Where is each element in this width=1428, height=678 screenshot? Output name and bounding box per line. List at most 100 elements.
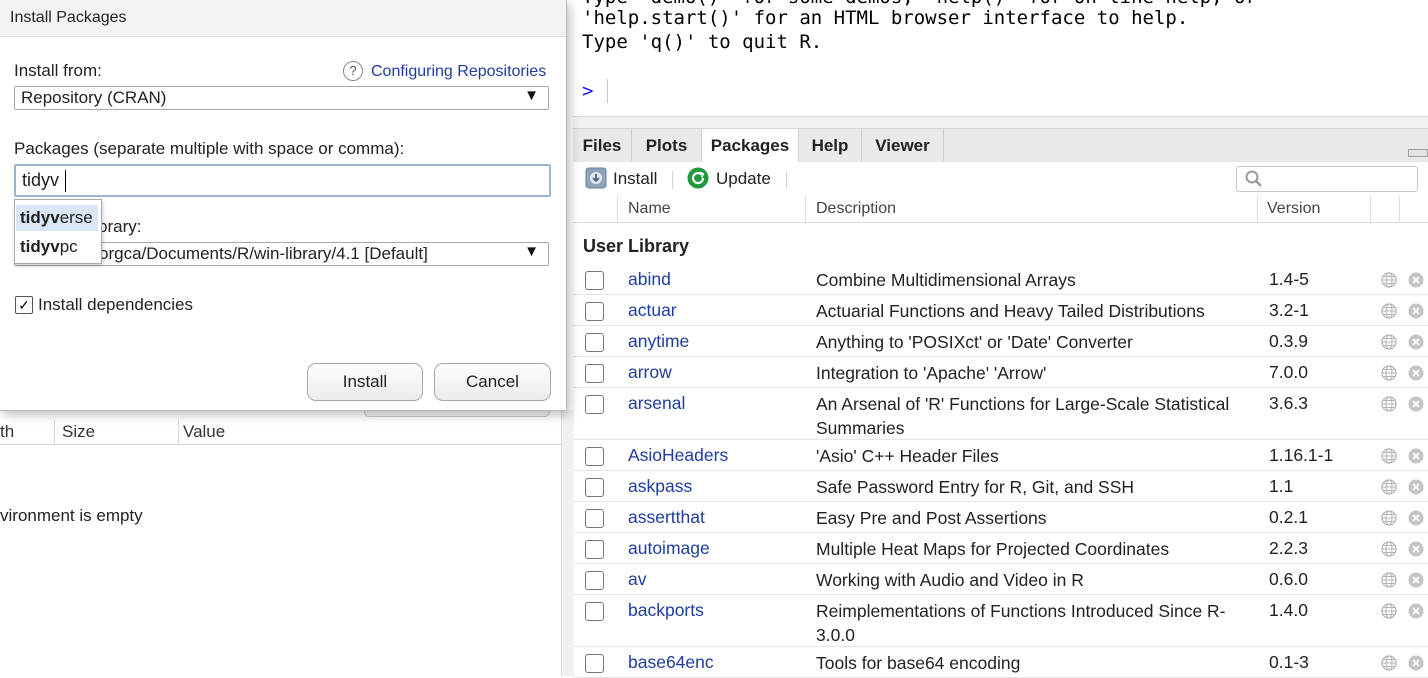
globe-icon[interactable] [1381, 334, 1397, 350]
install-from-select[interactable]: Repository (CRAN) ▼ [14, 86, 549, 110]
package-description: Working with Audio and Video in R [816, 570, 1084, 590]
globe-icon[interactable] [1381, 303, 1397, 319]
install-from-value: Repository (CRAN) [21, 88, 167, 107]
remove-package-icon[interactable] [1408, 448, 1424, 464]
suggestion-item[interactable]: tidyvpc [16, 234, 98, 260]
env-toolbar-button[interactable] [364, 410, 550, 417]
package-version: 1.16.1-1 [1269, 445, 1334, 465]
tab-plots[interactable]: Plots [632, 129, 702, 162]
package-description: Easy Pre and Post Assertions [816, 508, 1047, 528]
install-packages-button[interactable]: Install [585, 162, 657, 196]
packages-list: abind Combine Multidimensional Arrays 1.4-… [573, 264, 1428, 678]
package-checkbox[interactable] [585, 540, 604, 559]
suggestion-item[interactable]: tidyverse [16, 205, 98, 231]
package-version: 1.4.0 [1269, 600, 1308, 620]
package-checkbox[interactable] [585, 571, 604, 590]
install-dependencies-label: Install dependencies [38, 295, 194, 314]
package-version: 0.2.1 [1269, 507, 1308, 527]
configuring-repositories-link[interactable]: Configuring Repositories [371, 63, 546, 81]
remove-package-icon[interactable] [1408, 334, 1424, 350]
package-checkbox[interactable] [585, 509, 604, 528]
package-version: 0.6.0 [1269, 569, 1308, 589]
package-checkbox[interactable] [585, 333, 604, 352]
tab-files[interactable]: Files [573, 129, 632, 162]
globe-icon[interactable] [1381, 603, 1397, 619]
package-checkbox[interactable] [585, 364, 604, 383]
package-checkbox[interactable] [585, 654, 604, 673]
package-checkbox[interactable] [585, 271, 604, 290]
package-name-link[interactable]: arrow [628, 362, 672, 383]
col-version[interactable]: Version [1267, 200, 1320, 218]
package-checkbox[interactable] [585, 302, 604, 321]
install-button[interactable]: Install [307, 363, 423, 401]
env-col-size[interactable]: Size [62, 422, 95, 442]
autocomplete-popup: tidyverse tidyvpc [14, 199, 102, 264]
dropdown-arrow-icon: ▼ [524, 87, 539, 104]
remove-package-icon[interactable] [1408, 272, 1424, 288]
col-description[interactable]: Description [816, 200, 896, 218]
cancel-button[interactable]: Cancel [434, 363, 551, 401]
remove-package-icon[interactable] [1408, 303, 1424, 319]
package-name-link[interactable]: anytime [628, 331, 689, 352]
globe-icon[interactable] [1381, 365, 1397, 381]
tab-packages[interactable]: Packages [702, 129, 799, 163]
package-description: Safe Password Entry for R, Git, and SSH [816, 477, 1135, 497]
install-packages-dialog: Install Packages Install from: ? Configu… [0, 0, 567, 411]
package-checkbox[interactable] [585, 447, 604, 466]
env-col-length[interactable]: th [0, 422, 14, 442]
col-name[interactable]: Name [628, 200, 671, 218]
table-row: abind Combine Multidimensional Arrays 1.4-… [573, 264, 1428, 295]
remove-package-icon[interactable] [1408, 541, 1424, 557]
package-version: 1.4-5 [1269, 269, 1309, 289]
tab-viewer[interactable]: Viewer [862, 129, 944, 162]
package-checkbox[interactable] [585, 602, 604, 621]
remove-package-icon[interactable] [1408, 572, 1424, 588]
globe-icon[interactable] [1381, 655, 1397, 671]
minimize-pane-icon[interactable] [1408, 149, 1428, 157]
package-checkbox[interactable] [585, 478, 604, 497]
remove-package-icon[interactable] [1408, 365, 1424, 381]
library-value: orgca/Documents/R/win-library/4.1 [Defau… [99, 244, 428, 263]
package-name-link[interactable]: arsenal [628, 393, 685, 414]
packages-input[interactable]: tidyv [14, 164, 551, 197]
remove-package-icon[interactable] [1408, 655, 1424, 671]
globe-icon[interactable] [1381, 510, 1397, 526]
remove-package-icon[interactable] [1408, 510, 1424, 526]
package-name-link[interactable]: autoimage [628, 538, 710, 559]
console-pane[interactable]: Type 'demo()' for some demos, 'help()' f… [573, 0, 1428, 116]
package-name-link[interactable]: backports [628, 600, 704, 621]
globe-icon[interactable] [1381, 572, 1397, 588]
package-checkbox[interactable] [585, 395, 604, 414]
package-name-link[interactable]: abind [628, 269, 671, 290]
package-name-link[interactable]: assertthat [628, 507, 705, 528]
package-description: Tools for base64 encoding [816, 653, 1021, 673]
remove-package-icon[interactable] [1408, 603, 1424, 619]
update-packages-button[interactable]: Update [687, 162, 771, 196]
dialog-title-bar[interactable]: Install Packages [0, 0, 566, 37]
package-name-link[interactable]: actuar [628, 300, 677, 321]
globe-icon[interactable] [1381, 396, 1397, 412]
env-col-value[interactable]: Value [183, 422, 225, 442]
dropdown-arrow-icon: ▼ [524, 243, 539, 260]
install-icon [585, 167, 607, 189]
help-icon[interactable]: ? [343, 61, 363, 81]
remove-package-icon[interactable] [1408, 396, 1424, 412]
pane-tabs: Files Plots Packages Help Viewer [573, 128, 1428, 163]
package-name-link[interactable]: av [628, 569, 646, 590]
remove-package-icon[interactable] [1408, 479, 1424, 495]
package-name-link[interactable]: base64enc [628, 652, 714, 673]
globe-icon[interactable] [1381, 541, 1397, 557]
packages-search-input[interactable] [1236, 166, 1418, 192]
tab-help[interactable]: Help [799, 129, 862, 162]
install-dependencies-checkbox[interactable]: ✓ [15, 296, 33, 314]
package-version: 3.2-1 [1269, 300, 1309, 320]
package-name-link[interactable]: askpass [628, 476, 692, 497]
package-name-link[interactable]: AsioHeaders [628, 445, 728, 466]
table-row: anytime Anything to 'POSIXct' or 'Date' C… [573, 326, 1428, 357]
globe-icon[interactable] [1381, 448, 1397, 464]
table-row: backports Reimplementations of Functions … [573, 595, 1428, 647]
packages-input-value: tidyv [22, 170, 60, 190]
globe-icon[interactable] [1381, 479, 1397, 495]
console-prompt: > [582, 80, 594, 102]
globe-icon[interactable] [1381, 272, 1397, 288]
